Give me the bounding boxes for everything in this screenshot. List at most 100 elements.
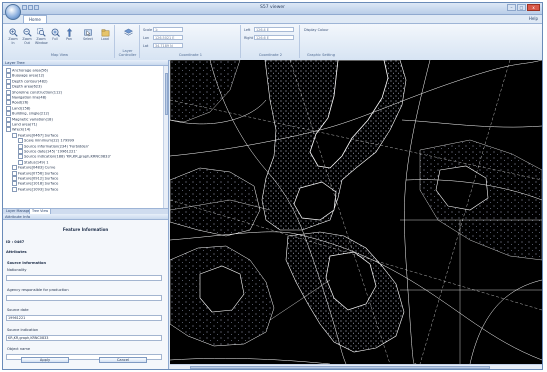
expand-toggle-icon[interactable] bbox=[18, 149, 23, 154]
load-button[interactable]: Load bbox=[98, 28, 112, 50]
display-colour-option[interactable]: Display Colour bbox=[304, 28, 329, 32]
map-horizontal-scrollbar[interactable] bbox=[170, 364, 542, 369]
group-label-map-view: Map View bbox=[50, 53, 69, 57]
expand-toggle-icon[interactable] bbox=[6, 84, 11, 90]
expand-toggle-icon[interactable] bbox=[12, 186, 17, 192]
scale-field[interactable]: 1: bbox=[153, 27, 183, 32]
select-button[interactable]: Select bbox=[81, 28, 95, 50]
tree-item[interactable]: Feature[0483] Curve bbox=[12, 165, 55, 171]
expand-toggle-icon[interactable] bbox=[18, 138, 23, 144]
expand-toggle-icon[interactable] bbox=[12, 176, 17, 181]
expand-toggle-icon[interactable] bbox=[12, 132, 17, 138]
zoom-window-button[interactable]: Zoom Window bbox=[35, 28, 48, 50]
expand-toggle-icon[interactable] bbox=[18, 159, 23, 165]
expand-toggle-icon[interactable] bbox=[6, 111, 11, 117]
expand-toggle-icon[interactable] bbox=[6, 78, 11, 84]
tree-item[interactable]: Land area(71) bbox=[6, 122, 37, 127]
expand-toggle-icon[interactable] bbox=[18, 154, 23, 160]
expand-toggle-icon[interactable] bbox=[6, 73, 11, 79]
chart-map-canvas[interactable] bbox=[170, 60, 542, 364]
tree-scrollbar-thumb[interactable] bbox=[164, 73, 168, 115]
load-icon bbox=[101, 29, 109, 37]
zoom-out-button[interactable]: Zoom Out bbox=[21, 28, 33, 50]
layer-controller-button[interactable] bbox=[121, 28, 135, 50]
expand-toggle-icon[interactable] bbox=[6, 127, 11, 133]
expand-toggle-icon[interactable] bbox=[6, 105, 11, 111]
window-controls: – □ x bbox=[507, 4, 540, 12]
tree-item[interactable]: Feature[0756] Surface bbox=[12, 170, 58, 176]
ribbon-group-graphic-setting: Display Colour Graphic Setting bbox=[301, 25, 341, 58]
map-scrollbar-thumb[interactable] bbox=[190, 365, 490, 369]
zoom-in-button[interactable]: Zoom In bbox=[7, 28, 19, 50]
tree-item[interactable]: Anchorage area(56) bbox=[6, 68, 48, 73]
tree-item[interactable]: Wreck(14) bbox=[6, 127, 30, 133]
field-label-agency: Agency responsible for production bbox=[7, 288, 69, 292]
expand-toggle-icon[interactable] bbox=[6, 68, 11, 73]
source-date-input[interactable]: 19961221 bbox=[6, 315, 162, 321]
expand-toggle-icon[interactable] bbox=[12, 165, 17, 171]
tree-item[interactable]: Navigation line(48) bbox=[6, 95, 46, 100]
close-button[interactable]: x bbox=[527, 4, 540, 11]
longitude-field[interactable]: 126.5021 E bbox=[153, 35, 183, 40]
expand-toggle-icon[interactable] bbox=[6, 116, 11, 122]
tree-item-label: Road(26) bbox=[12, 100, 29, 105]
group-label-coordinate-2: Coordinate 2 bbox=[258, 53, 283, 57]
help-link[interactable]: Help bbox=[529, 16, 538, 21]
tab-home[interactable]: Home bbox=[23, 15, 47, 23]
tree-item[interactable]: Source date(145) '19961221' bbox=[18, 149, 77, 154]
tree-item-label: Source indication(188) 'KR,KR,graph,KRNC… bbox=[24, 154, 111, 159]
tree-item[interactable]: Feature[0912] Surface bbox=[12, 176, 58, 181]
expand-toggle-icon[interactable] bbox=[6, 122, 11, 127]
tree-item-label: Navigation line(48) bbox=[12, 95, 47, 100]
cancel-button[interactable]: Cancel bbox=[99, 357, 147, 363]
ribbon-group-map-view: Zoom In Zoom Out Zoom Window Full Pan Se… bbox=[5, 25, 115, 58]
tree-item[interactable]: Magnetic variation(18) bbox=[6, 116, 53, 122]
layers-icon bbox=[123, 28, 133, 36]
expand-toggle-icon[interactable] bbox=[12, 170, 17, 176]
tree-item[interactable]: Shoreline construction(112) bbox=[6, 89, 63, 95]
minimize-button[interactable]: – bbox=[507, 4, 516, 11]
tree-item-label: Land(158) bbox=[12, 106, 31, 111]
tree-item[interactable]: Building, single(212) bbox=[6, 111, 49, 117]
tree-item-label: Shoreline construction(112) bbox=[12, 90, 63, 95]
field-label-object-name: Object name bbox=[7, 347, 31, 351]
source-indication-input[interactable]: KR,KR,graph,KRNC0833 bbox=[6, 335, 162, 341]
zoom-out-icon bbox=[22, 28, 32, 37]
tree-item[interactable]: Depth contour(482) bbox=[6, 78, 48, 84]
pan-button[interactable]: Pan bbox=[63, 28, 75, 50]
apply-button[interactable]: Apply bbox=[21, 357, 69, 363]
tree-item[interactable]: Source information(234) 'Forbidden' bbox=[18, 143, 89, 149]
attributes-heading: Attributes bbox=[6, 250, 27, 254]
app-window: S57 viewer – □ x Home Help Zoom In Zoom … bbox=[2, 2, 543, 370]
application-menu-button[interactable] bbox=[5, 4, 21, 20]
maximize-button[interactable]: □ bbox=[517, 4, 526, 11]
group-label-graphic-setting: Graphic Setting bbox=[306, 53, 335, 57]
tree-item[interactable]: Land(158) bbox=[6, 105, 31, 111]
expand-toggle-icon[interactable] bbox=[18, 143, 23, 149]
tree-item[interactable]: Feature[1093] Surface bbox=[12, 186, 58, 192]
expand-toggle-icon[interactable] bbox=[6, 100, 11, 106]
expand-toggle-icon[interactable] bbox=[12, 181, 17, 187]
expand-toggle-icon[interactable] bbox=[6, 89, 11, 95]
tree-item[interactable]: Feature[0467] Surface bbox=[12, 132, 58, 138]
tree-item[interactable]: Feature[1018] Surface bbox=[12, 181, 58, 187]
tree-item[interactable]: Depth area(623) bbox=[6, 84, 42, 90]
zoom-full-button[interactable]: Full bbox=[49, 28, 61, 50]
left-bound-field[interactable]: 126.4 E bbox=[254, 27, 294, 32]
agency-input[interactable] bbox=[6, 295, 162, 301]
tree-item[interactable]: Buoyage area(12) bbox=[6, 73, 44, 79]
window-title: S57 viewer bbox=[260, 5, 285, 10]
expand-toggle-icon[interactable] bbox=[6, 95, 11, 100]
right-bound-field[interactable]: 126.6 E bbox=[254, 35, 294, 40]
latitude-field[interactable]: 34.7189 N bbox=[153, 43, 183, 48]
nautical-chart-drawing bbox=[170, 60, 542, 364]
tree-item[interactable]: Road(26) bbox=[6, 100, 29, 106]
tree-item[interactable]: Source indication(188) 'KR,KR,graph,KRNC… bbox=[18, 154, 111, 160]
tree-item-label: Status(149) 1 bbox=[24, 160, 49, 165]
nationality-input[interactable] bbox=[6, 275, 162, 281]
field-label-nationality: Nationality bbox=[7, 268, 27, 272]
tree-scrollbar[interactable] bbox=[163, 66, 168, 208]
tree-item[interactable]: Scale minimum(22) 179999 bbox=[18, 138, 74, 144]
field-label-source-date: Source date bbox=[7, 308, 29, 312]
tree-item[interactable]: Status(149) 1 bbox=[18, 159, 49, 165]
